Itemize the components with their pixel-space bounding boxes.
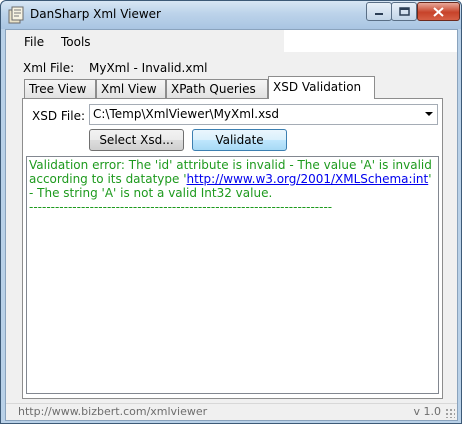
xsd-file-path: C:\Temp\XmlViewer\MyXml.xsd (93, 107, 280, 121)
title-bar[interactable]: DanSharp Xml Viewer (1, 1, 461, 29)
xml-file-name: MyXml - Invalid.xml (89, 61, 208, 75)
menu-bar-blank (284, 30, 457, 52)
xsd-validation-page: XSD File: C:\Temp\XmlViewer\MyXml.xsd Se… (22, 98, 443, 399)
close-button[interactable] (417, 2, 460, 21)
menu-tools[interactable]: Tools (61, 35, 91, 49)
xsd-file-label: XSD File: (32, 109, 86, 123)
tab-tree-view[interactable]: Tree View (24, 79, 96, 98)
xsd-file-dropdown[interactable]: C:\Temp\XmlViewer\MyXml.xsd (89, 104, 438, 125)
validation-output[interactable]: Validation error: The 'id' attribute is … (26, 156, 439, 394)
status-bar: http://www.bizbert.com/xmlviewer v 1.0 (6, 403, 457, 420)
chevron-down-icon[interactable] (425, 112, 433, 116)
window-title: DanSharp Xml Viewer (30, 7, 161, 21)
xml-viewer-app-icon (8, 6, 24, 24)
resize-grip[interactable] (445, 408, 455, 418)
xml-file-label: Xml File: (23, 61, 75, 75)
minimize-button[interactable] (366, 2, 392, 21)
status-url: http://www.bizbert.com/xmlviewer (18, 405, 208, 418)
menu-file[interactable]: File (24, 35, 44, 49)
tab-xsd-validation[interactable]: XSD Validation (268, 76, 375, 99)
menu-bar: File Tools (6, 30, 284, 52)
output-separator: ----------------------------------------… (29, 200, 333, 214)
minimize-icon (375, 12, 383, 15)
client-area: File Tools Xml File: MyXml - Invalid.xml… (5, 29, 458, 421)
validate-button[interactable]: Validate (192, 129, 287, 151)
tab-xpath-queries[interactable]: XPath Queries (166, 79, 268, 98)
maximize-button[interactable] (391, 2, 417, 21)
close-icon (433, 6, 444, 17)
schema-link[interactable]: http://www.w3.org/2001/XMLSchema:int (187, 172, 429, 186)
status-version: v 1.0 (413, 405, 442, 418)
tab-xml-view[interactable]: Xml View (96, 79, 166, 98)
app-window: DanSharp Xml Viewer File Tools Xml File:… (0, 0, 462, 424)
maximize-icon (398, 7, 410, 16)
select-xsd-button[interactable]: Select Xsd... (89, 129, 184, 151)
